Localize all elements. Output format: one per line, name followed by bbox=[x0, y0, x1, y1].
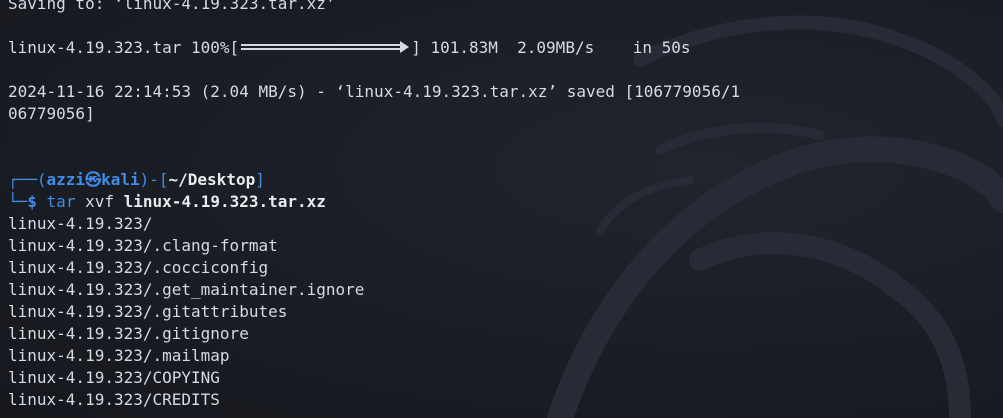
command-name: tar bbox=[46, 192, 76, 211]
progress-line: linux-4.19.323.tar 100%[ ] 101.83M 2.09MB… bbox=[8, 37, 1003, 59]
output-line: linux-4.19.323/CREDITS bbox=[8, 390, 220, 409]
output-line: linux-4.19.323/.mailmap bbox=[8, 346, 230, 365]
prompt-dollar: $ bbox=[27, 192, 37, 211]
prompt-header: ┌──(azzi㉿kali)-[~/Desktop] bbox=[8, 169, 1003, 191]
prompt-corner-bottom: └─ bbox=[8, 192, 28, 211]
progress-filename: linux-4.19.323.tar 100%[ bbox=[8, 38, 240, 57]
command-target: linux-4.19.323.tar.xz bbox=[123, 192, 326, 211]
prompt-directory: ~/Desktop bbox=[168, 170, 256, 189]
command-args: xvf bbox=[85, 192, 114, 211]
terminal-output: Saving to: ‘linux-4.19.323.tar.xz’ linux… bbox=[8, 0, 1003, 411]
prompt-at-icon: ㉿ bbox=[85, 170, 102, 189]
saving-to-line: Saving to: ‘linux-4.19.323.tar.xz’ bbox=[8, 0, 336, 13]
output-line: linux-4.19.323/.gitignore bbox=[8, 324, 249, 343]
output-line: linux-4.19.323/.clang-format bbox=[8, 236, 278, 255]
terminal-window[interactable]: Saving to: ‘linux-4.19.323.tar.xz’ linux… bbox=[0, 0, 1003, 418]
prompt-mid: )-[ bbox=[139, 170, 169, 189]
saved-line-wrap: 06779056] bbox=[8, 104, 95, 123]
prompt-command-line[interactable]: └─$ tar xvf linux-4.19.323.tar.xz bbox=[8, 191, 1003, 213]
output-line: linux-4.19.323/COPYING bbox=[8, 368, 220, 387]
output-line: linux-4.19.323/.gitattributes bbox=[8, 302, 288, 321]
progress-bar bbox=[239, 37, 411, 59]
prompt-corner-top: ┌──( bbox=[8, 170, 47, 189]
prompt-close: ] bbox=[255, 170, 265, 189]
progress-arrow-icon bbox=[400, 41, 410, 53]
output-line: linux-4.19.323/ bbox=[8, 214, 153, 233]
output-line: linux-4.19.323/.cocciconfig bbox=[8, 258, 269, 277]
progress-bar-fill bbox=[241, 44, 402, 50]
prompt-host: kali bbox=[101, 170, 140, 189]
prompt-user: azzi bbox=[46, 170, 86, 189]
progress-stats: ] 101.83M 2.09MB/s in 50s bbox=[411, 38, 691, 57]
saved-line: 2024-11-16 22:14:53 (2.04 MB/s) - ‘linux… bbox=[8, 82, 741, 101]
output-line: linux-4.19.323/.get_maintainer.ignore bbox=[8, 280, 365, 299]
